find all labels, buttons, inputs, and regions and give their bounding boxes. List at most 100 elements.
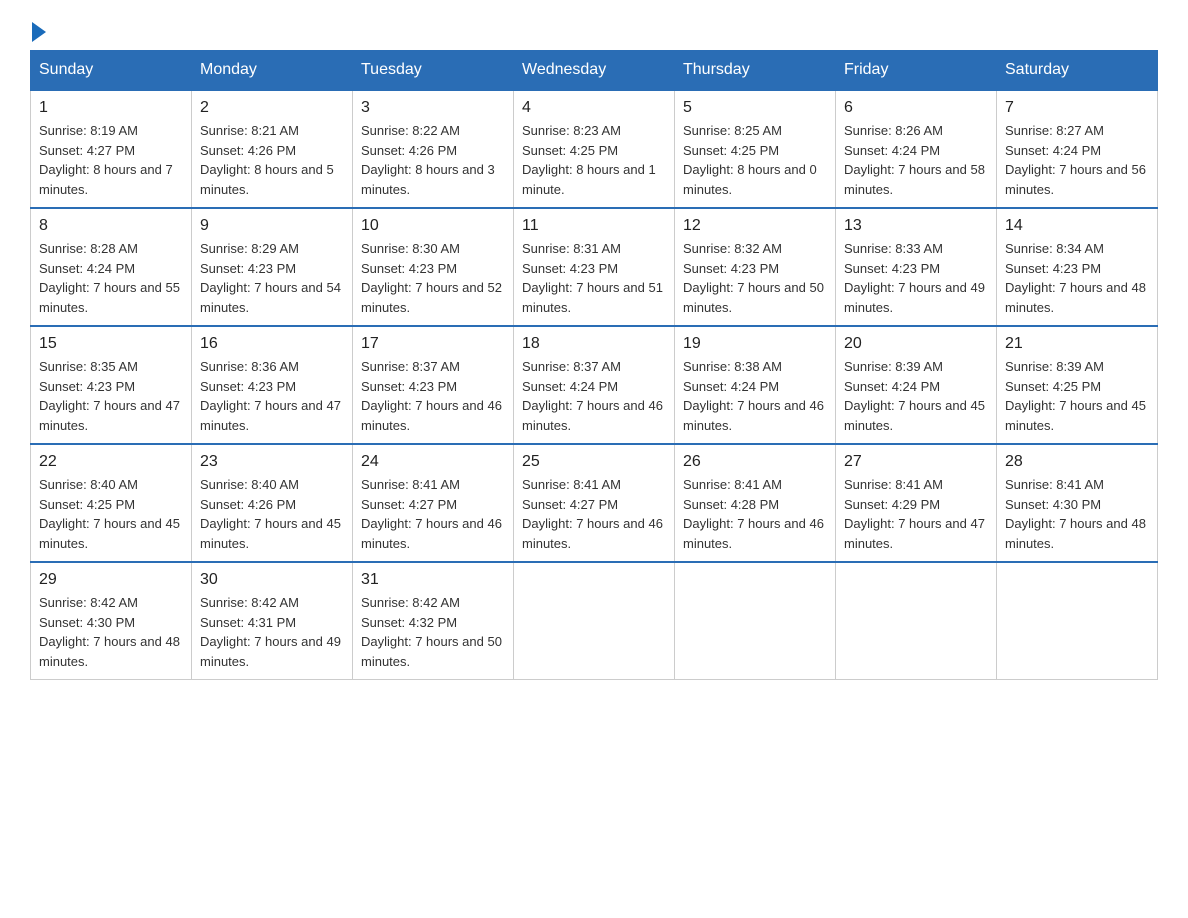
day-info: Sunrise: 8:30 AMSunset: 4:23 PMDaylight:… — [361, 241, 502, 315]
logo — [30, 20, 46, 40]
day-info: Sunrise: 8:42 AMSunset: 4:31 PMDaylight:… — [200, 595, 341, 669]
day-info: Sunrise: 8:29 AMSunset: 4:23 PMDaylight:… — [200, 241, 341, 315]
day-number: 23 — [200, 453, 344, 471]
calendar-day-cell: 5 Sunrise: 8:25 AMSunset: 4:25 PMDayligh… — [675, 90, 836, 208]
page-header — [30, 20, 1158, 40]
day-number: 20 — [844, 335, 988, 353]
day-info: Sunrise: 8:42 AMSunset: 4:32 PMDaylight:… — [361, 595, 502, 669]
day-number: 12 — [683, 217, 827, 235]
calendar-day-cell: 4 Sunrise: 8:23 AMSunset: 4:25 PMDayligh… — [514, 90, 675, 208]
calendar-day-cell — [997, 562, 1158, 680]
calendar-day-cell: 20 Sunrise: 8:39 AMSunset: 4:24 PMDaylig… — [836, 326, 997, 444]
day-info: Sunrise: 8:22 AMSunset: 4:26 PMDaylight:… — [361, 123, 495, 197]
day-number: 29 — [39, 571, 183, 589]
day-number: 13 — [844, 217, 988, 235]
day-of-week-header: Tuesday — [353, 51, 514, 91]
day-number: 31 — [361, 571, 505, 589]
day-of-week-header: Wednesday — [514, 51, 675, 91]
calendar-day-cell: 10 Sunrise: 8:30 AMSunset: 4:23 PMDaylig… — [353, 208, 514, 326]
day-number: 1 — [39, 99, 183, 117]
calendar-day-cell: 12 Sunrise: 8:32 AMSunset: 4:23 PMDaylig… — [675, 208, 836, 326]
day-number: 30 — [200, 571, 344, 589]
day-info: Sunrise: 8:35 AMSunset: 4:23 PMDaylight:… — [39, 359, 180, 433]
day-number: 18 — [522, 335, 666, 353]
day-number: 2 — [200, 99, 344, 117]
day-info: Sunrise: 8:32 AMSunset: 4:23 PMDaylight:… — [683, 241, 824, 315]
day-info: Sunrise: 8:21 AMSunset: 4:26 PMDaylight:… — [200, 123, 334, 197]
calendar-day-cell — [836, 562, 997, 680]
day-info: Sunrise: 8:39 AMSunset: 4:24 PMDaylight:… — [844, 359, 985, 433]
day-number: 27 — [844, 453, 988, 471]
day-number: 9 — [200, 217, 344, 235]
calendar-week-row: 22 Sunrise: 8:40 AMSunset: 4:25 PMDaylig… — [31, 444, 1158, 562]
calendar-day-cell: 25 Sunrise: 8:41 AMSunset: 4:27 PMDaylig… — [514, 444, 675, 562]
calendar-day-cell: 1 Sunrise: 8:19 AMSunset: 4:27 PMDayligh… — [31, 90, 192, 208]
day-info: Sunrise: 8:28 AMSunset: 4:24 PMDaylight:… — [39, 241, 180, 315]
calendar-day-cell — [514, 562, 675, 680]
calendar-day-cell: 13 Sunrise: 8:33 AMSunset: 4:23 PMDaylig… — [836, 208, 997, 326]
day-number: 14 — [1005, 217, 1149, 235]
day-number: 10 — [361, 217, 505, 235]
day-info: Sunrise: 8:26 AMSunset: 4:24 PMDaylight:… — [844, 123, 985, 197]
day-info: Sunrise: 8:42 AMSunset: 4:30 PMDaylight:… — [39, 595, 180, 669]
day-number: 5 — [683, 99, 827, 117]
day-info: Sunrise: 8:19 AMSunset: 4:27 PMDaylight:… — [39, 123, 173, 197]
day-info: Sunrise: 8:27 AMSunset: 4:24 PMDaylight:… — [1005, 123, 1146, 197]
calendar-day-cell: 29 Sunrise: 8:42 AMSunset: 4:30 PMDaylig… — [31, 562, 192, 680]
calendar-day-cell: 24 Sunrise: 8:41 AMSunset: 4:27 PMDaylig… — [353, 444, 514, 562]
calendar-week-row: 15 Sunrise: 8:35 AMSunset: 4:23 PMDaylig… — [31, 326, 1158, 444]
day-number: 19 — [683, 335, 827, 353]
day-info: Sunrise: 8:41 AMSunset: 4:27 PMDaylight:… — [522, 477, 663, 551]
day-number: 25 — [522, 453, 666, 471]
calendar-day-cell: 18 Sunrise: 8:37 AMSunset: 4:24 PMDaylig… — [514, 326, 675, 444]
day-number: 11 — [522, 217, 666, 235]
day-number: 8 — [39, 217, 183, 235]
calendar-day-cell: 19 Sunrise: 8:38 AMSunset: 4:24 PMDaylig… — [675, 326, 836, 444]
day-info: Sunrise: 8:34 AMSunset: 4:23 PMDaylight:… — [1005, 241, 1146, 315]
calendar-day-cell: 30 Sunrise: 8:42 AMSunset: 4:31 PMDaylig… — [192, 562, 353, 680]
day-info: Sunrise: 8:40 AMSunset: 4:26 PMDaylight:… — [200, 477, 341, 551]
day-info: Sunrise: 8:36 AMSunset: 4:23 PMDaylight:… — [200, 359, 341, 433]
calendar-day-cell: 26 Sunrise: 8:41 AMSunset: 4:28 PMDaylig… — [675, 444, 836, 562]
calendar-day-cell: 31 Sunrise: 8:42 AMSunset: 4:32 PMDaylig… — [353, 562, 514, 680]
logo-arrow-icon — [32, 22, 46, 42]
calendar-day-cell: 23 Sunrise: 8:40 AMSunset: 4:26 PMDaylig… — [192, 444, 353, 562]
calendar-day-cell: 3 Sunrise: 8:22 AMSunset: 4:26 PMDayligh… — [353, 90, 514, 208]
calendar-day-cell: 6 Sunrise: 8:26 AMSunset: 4:24 PMDayligh… — [836, 90, 997, 208]
day-info: Sunrise: 8:38 AMSunset: 4:24 PMDaylight:… — [683, 359, 824, 433]
calendar-day-cell: 9 Sunrise: 8:29 AMSunset: 4:23 PMDayligh… — [192, 208, 353, 326]
day-info: Sunrise: 8:25 AMSunset: 4:25 PMDaylight:… — [683, 123, 817, 197]
calendar-day-cell — [675, 562, 836, 680]
day-info: Sunrise: 8:31 AMSunset: 4:23 PMDaylight:… — [522, 241, 663, 315]
day-of-week-header: Thursday — [675, 51, 836, 91]
day-number: 7 — [1005, 99, 1149, 117]
day-number: 3 — [361, 99, 505, 117]
day-number: 17 — [361, 335, 505, 353]
calendar-week-row: 1 Sunrise: 8:19 AMSunset: 4:27 PMDayligh… — [31, 90, 1158, 208]
day-of-week-header: Sunday — [31, 51, 192, 91]
calendar-week-row: 8 Sunrise: 8:28 AMSunset: 4:24 PMDayligh… — [31, 208, 1158, 326]
day-number: 21 — [1005, 335, 1149, 353]
calendar-day-cell: 16 Sunrise: 8:36 AMSunset: 4:23 PMDaylig… — [192, 326, 353, 444]
day-number: 24 — [361, 453, 505, 471]
day-of-week-header: Monday — [192, 51, 353, 91]
day-info: Sunrise: 8:37 AMSunset: 4:24 PMDaylight:… — [522, 359, 663, 433]
calendar-table: SundayMondayTuesdayWednesdayThursdayFrid… — [30, 50, 1158, 680]
calendar-day-cell: 28 Sunrise: 8:41 AMSunset: 4:30 PMDaylig… — [997, 444, 1158, 562]
day-info: Sunrise: 8:41 AMSunset: 4:29 PMDaylight:… — [844, 477, 985, 551]
day-of-week-header: Saturday — [997, 51, 1158, 91]
day-info: Sunrise: 8:41 AMSunset: 4:30 PMDaylight:… — [1005, 477, 1146, 551]
calendar-day-cell: 22 Sunrise: 8:40 AMSunset: 4:25 PMDaylig… — [31, 444, 192, 562]
day-info: Sunrise: 8:23 AMSunset: 4:25 PMDaylight:… — [522, 123, 656, 197]
calendar-day-cell: 8 Sunrise: 8:28 AMSunset: 4:24 PMDayligh… — [31, 208, 192, 326]
calendar-day-cell: 2 Sunrise: 8:21 AMSunset: 4:26 PMDayligh… — [192, 90, 353, 208]
day-info: Sunrise: 8:41 AMSunset: 4:27 PMDaylight:… — [361, 477, 502, 551]
day-info: Sunrise: 8:41 AMSunset: 4:28 PMDaylight:… — [683, 477, 824, 551]
day-info: Sunrise: 8:39 AMSunset: 4:25 PMDaylight:… — [1005, 359, 1146, 433]
day-number: 26 — [683, 453, 827, 471]
day-number: 22 — [39, 453, 183, 471]
day-of-week-header: Friday — [836, 51, 997, 91]
day-info: Sunrise: 8:40 AMSunset: 4:25 PMDaylight:… — [39, 477, 180, 551]
day-number: 28 — [1005, 453, 1149, 471]
calendar-day-cell: 11 Sunrise: 8:31 AMSunset: 4:23 PMDaylig… — [514, 208, 675, 326]
